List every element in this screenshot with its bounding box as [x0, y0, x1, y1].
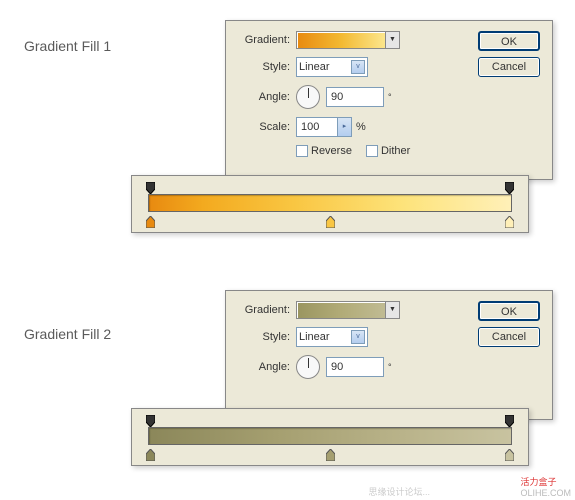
angle-input[interactable]: 90 [326, 357, 384, 377]
style-label: Style: [238, 331, 290, 343]
style-value: Linear [299, 61, 330, 73]
chevron-right-icon[interactable]: ▸ [338, 117, 352, 137]
gradient-dropdown-arrow[interactable]: ▼ [386, 31, 400, 49]
opacity-stop-left[interactable] [146, 415, 155, 427]
gradient-label: Gradient: [238, 304, 290, 316]
dither-checkbox[interactable] [366, 145, 378, 157]
color-stop-left[interactable] [146, 449, 155, 461]
section-title-2: Gradient Fill 2 [24, 326, 111, 342]
angle-input[interactable]: 90 [326, 87, 384, 107]
watermark-cn: 思缘设计论坛... [368, 485, 430, 498]
color-stop-right[interactable] [505, 216, 514, 228]
reverse-label: Reverse [311, 145, 352, 157]
chevron-down-icon: v [351, 330, 365, 344]
gradient-picker[interactable] [296, 31, 386, 49]
opacity-stop-right[interactable] [505, 415, 514, 427]
color-stop-left[interactable] [146, 216, 155, 228]
opacity-stop-left[interactable] [146, 182, 155, 194]
opacity-stop-right[interactable] [505, 182, 514, 194]
section-title-1: Gradient Fill 1 [24, 38, 111, 54]
gradient-label: Gradient: [238, 34, 290, 46]
gradient-picker[interactable] [296, 301, 386, 319]
dialog-buttons-1: OK Cancel [478, 31, 540, 83]
scale-input[interactable]: 100 [296, 117, 338, 137]
cancel-button[interactable]: Cancel [478, 57, 540, 77]
dialog-buttons-2: OK Cancel [478, 301, 540, 353]
color-stop-mid[interactable] [326, 216, 335, 228]
angle-dial[interactable] [296, 355, 320, 379]
angle-label: Angle: [238, 91, 290, 103]
gradient-editor-2 [131, 408, 529, 466]
color-stop-mid[interactable] [326, 449, 335, 461]
style-value: Linear [299, 331, 330, 343]
reverse-checkbox[interactable] [296, 145, 308, 157]
scale-label: Scale: [238, 121, 290, 133]
angle-label: Angle: [238, 361, 290, 373]
gradient-dropdown-arrow[interactable]: ▼ [386, 301, 400, 319]
cancel-button[interactable]: Cancel [478, 327, 540, 347]
chevron-down-icon: v [351, 60, 365, 74]
ok-button[interactable]: OK [478, 31, 540, 51]
gradient-fill-dialog-1: OK Cancel Gradient: ▼ Style: Linear v An… [225, 20, 553, 180]
gradient-bar-2[interactable] [148, 427, 512, 445]
ok-button[interactable]: OK [478, 301, 540, 321]
angle-dial[interactable] [296, 85, 320, 109]
gradient-fill-dialog-2: OK Cancel Gradient: ▼ Style: Linear v An… [225, 290, 553, 420]
degree-symbol: ° [388, 362, 392, 372]
color-stop-right[interactable] [505, 449, 514, 461]
gradient-editor-1 [131, 175, 529, 233]
watermark: 活力盒子 OLIHE.COM [520, 475, 571, 498]
gradient-bar-1[interactable] [148, 194, 512, 212]
style-select[interactable]: Linear v [296, 57, 368, 77]
dither-label: Dither [381, 145, 410, 157]
percent-symbol: % [356, 121, 366, 133]
style-label: Style: [238, 61, 290, 73]
style-select[interactable]: Linear v [296, 327, 368, 347]
degree-symbol: ° [388, 92, 392, 102]
